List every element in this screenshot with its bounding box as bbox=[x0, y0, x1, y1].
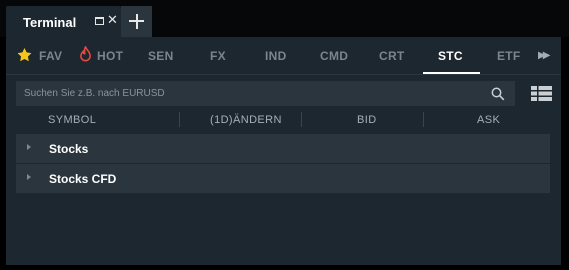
group-label: Stocks CFD bbox=[49, 172, 117, 186]
scroll-right-icon[interactable]: ▶▶ bbox=[538, 50, 551, 61]
terminal-panel: FAV HOT SEN FX IND CMD CRT STC ETF ▶▶ SY… bbox=[6, 37, 561, 265]
group-label: Stocks bbox=[49, 142, 89, 156]
column-ask[interactable]: ASK bbox=[477, 114, 500, 126]
flame-icon bbox=[80, 46, 91, 62]
expand-caret-icon[interactable] bbox=[27, 144, 31, 150]
column-symbol[interactable]: SYMBOL bbox=[48, 114, 96, 126]
tab-fav[interactable]: FAV bbox=[39, 49, 62, 63]
terminal-tab[interactable]: Terminal ✕ bbox=[6, 6, 121, 37]
expand-caret-icon[interactable] bbox=[27, 174, 31, 180]
search-box bbox=[16, 81, 515, 106]
star-icon bbox=[17, 48, 32, 62]
category-tabs: FAV HOT SEN FX IND CMD CRT STC ETF ▶▶ bbox=[6, 37, 561, 75]
search-icon[interactable] bbox=[491, 87, 505, 101]
column-change[interactable]: (1D)ÄNDERN bbox=[210, 114, 282, 126]
column-bid[interactable]: BID bbox=[357, 114, 377, 126]
close-icon[interactable]: ✕ bbox=[107, 13, 118, 26]
list-view-icon[interactable] bbox=[531, 86, 552, 101]
maximize-icon[interactable] bbox=[95, 17, 104, 25]
tab-stc[interactable]: STC bbox=[438, 49, 463, 63]
tab-etf[interactable]: ETF bbox=[497, 49, 521, 63]
tab-cmd[interactable]: CMD bbox=[320, 49, 348, 63]
add-tab-button[interactable] bbox=[121, 6, 152, 37]
tab-fx[interactable]: FX bbox=[210, 49, 226, 63]
window-tab-bar: Terminal ✕ bbox=[0, 0, 569, 37]
tab-sen[interactable]: SEN bbox=[148, 49, 174, 63]
group-row-stocks[interactable]: Stocks bbox=[16, 134, 550, 163]
tab-crt[interactable]: CRT bbox=[379, 49, 405, 63]
column-divider bbox=[423, 112, 424, 127]
group-row-stocks-cfd[interactable]: Stocks CFD bbox=[16, 164, 550, 193]
column-divider bbox=[301, 112, 302, 127]
search-input[interactable] bbox=[16, 81, 484, 106]
tab-hot[interactable]: HOT bbox=[97, 49, 123, 63]
column-header: SYMBOL (1D)ÄNDERN BID ASK bbox=[16, 111, 550, 129]
tab-ind[interactable]: IND bbox=[265, 49, 287, 63]
column-divider bbox=[179, 112, 180, 127]
active-tab-indicator bbox=[423, 72, 480, 74]
terminal-tab-title: Terminal bbox=[23, 15, 77, 30]
